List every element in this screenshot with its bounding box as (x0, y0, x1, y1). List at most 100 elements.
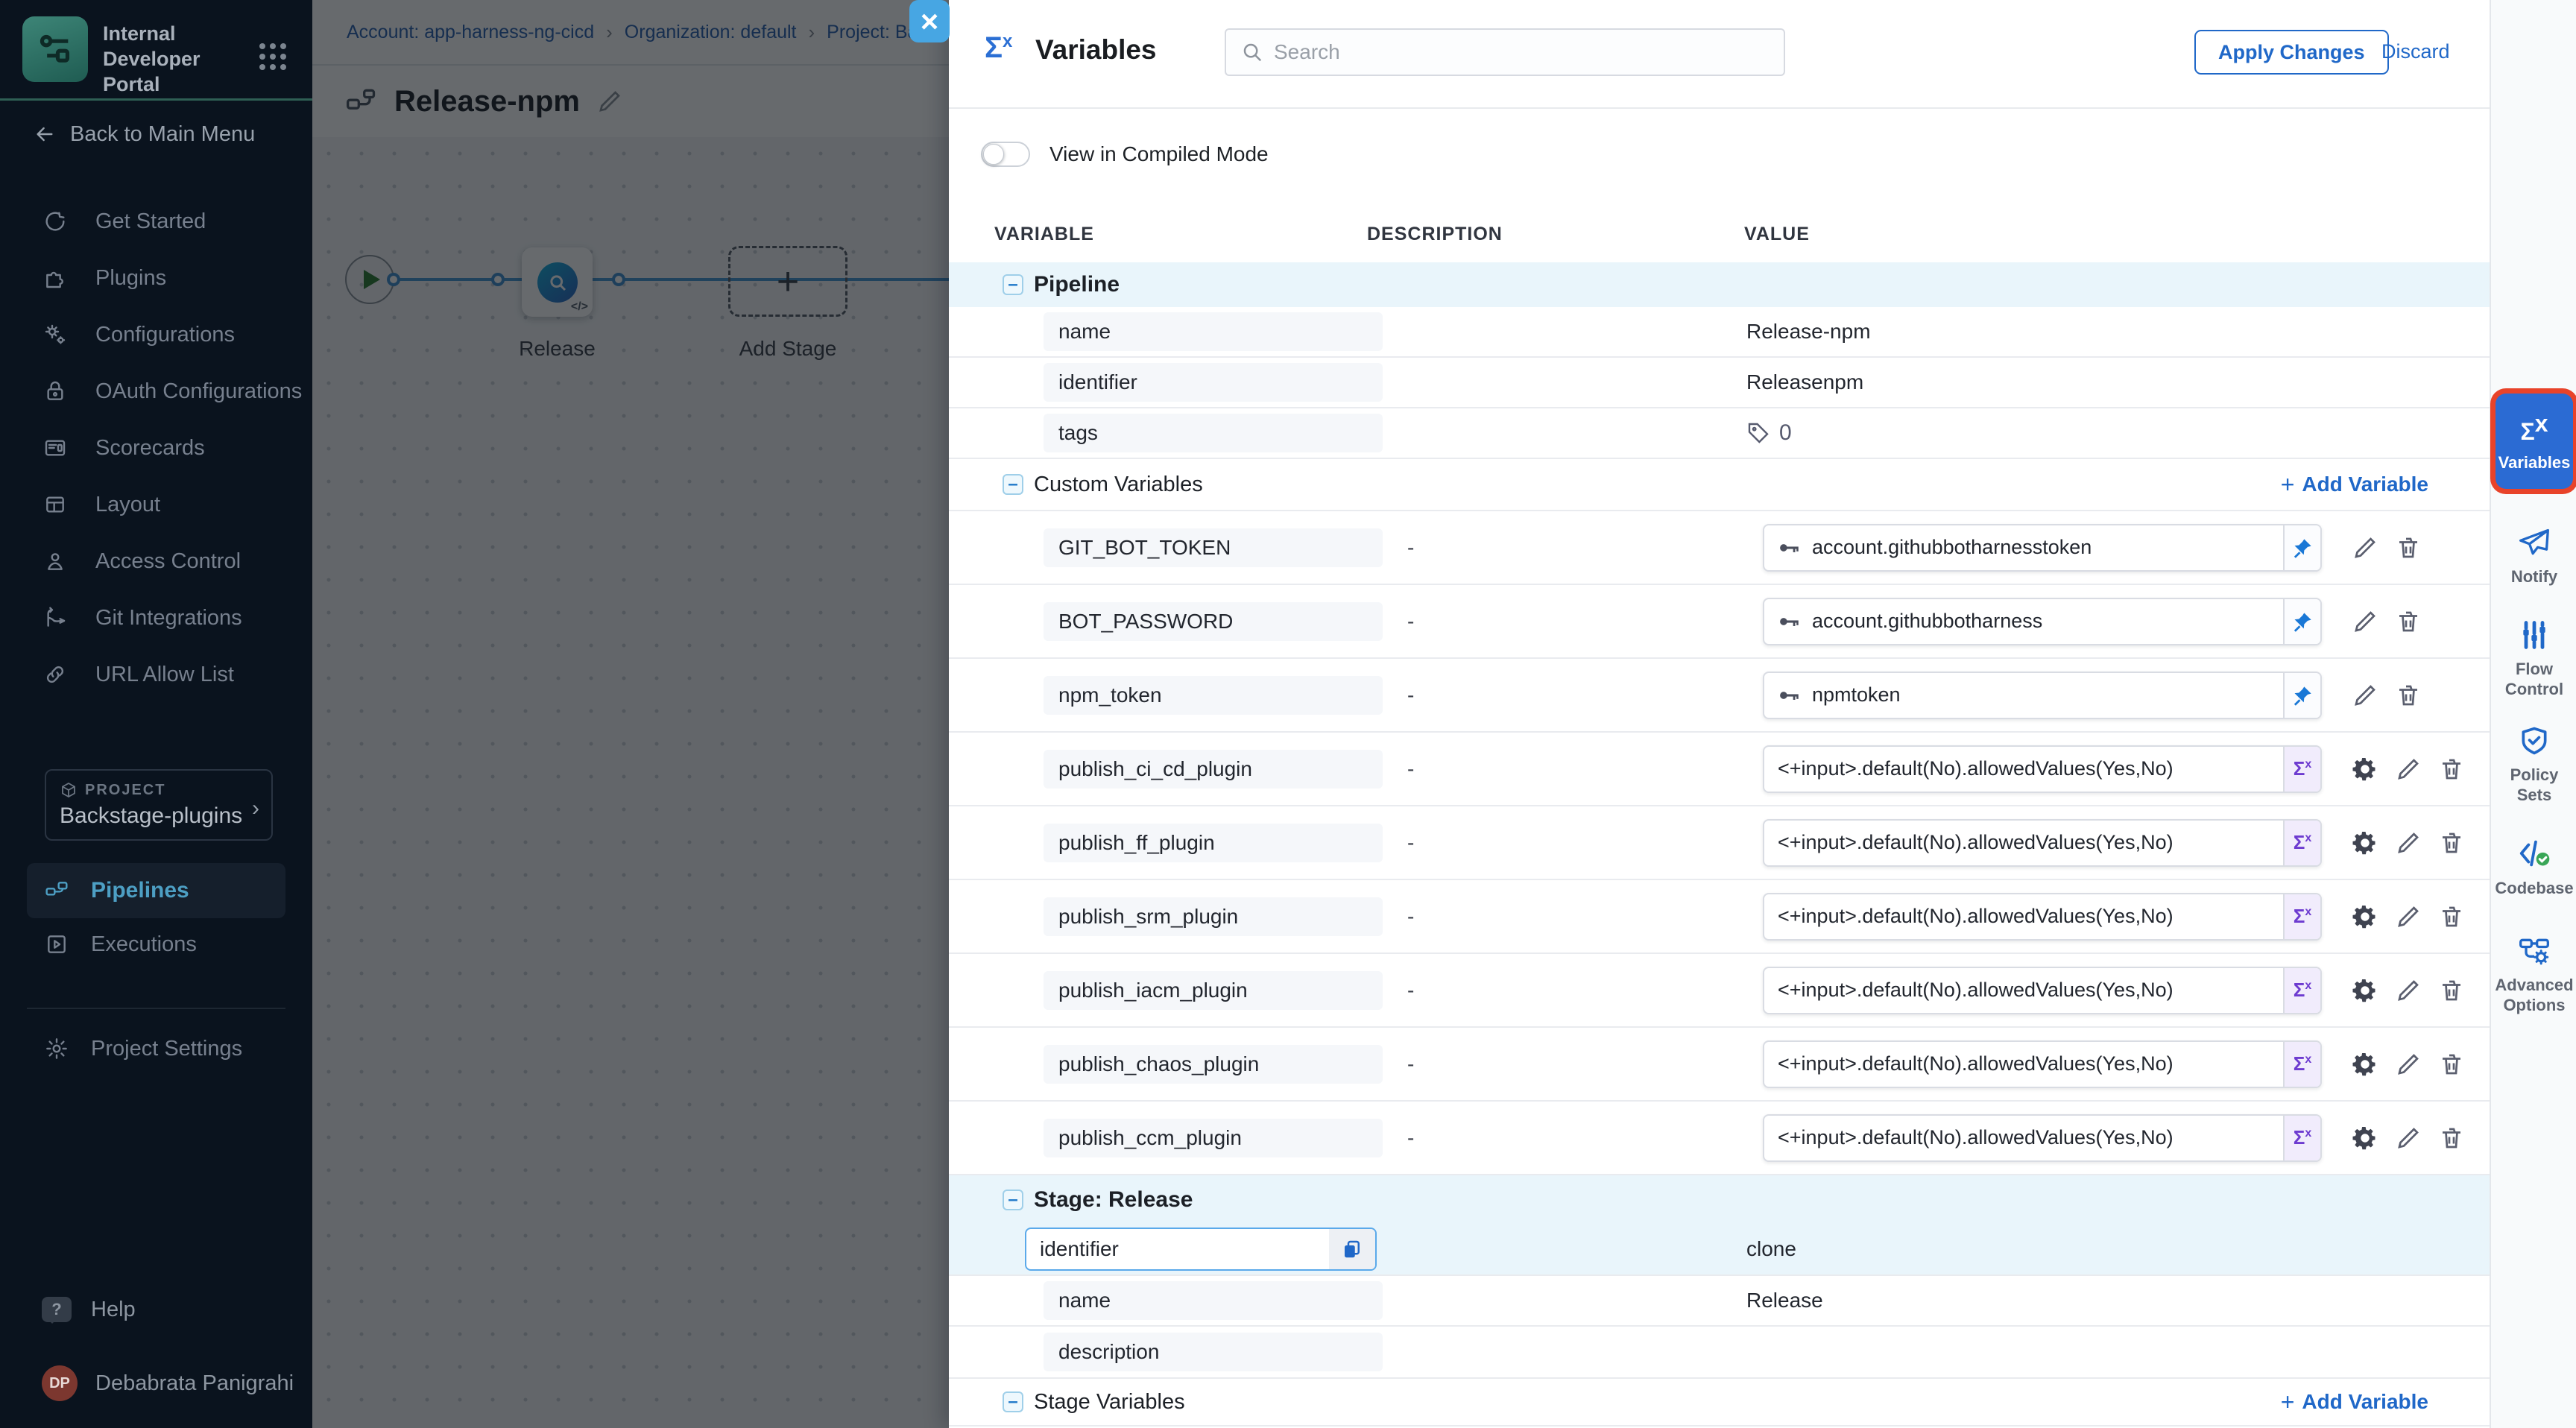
expression-type-button[interactable] (2283, 894, 2320, 939)
app-switcher-grid-icon[interactable] (255, 39, 291, 75)
edit-pencil-icon[interactable] (2352, 608, 2378, 635)
rail-item-notify[interactable]: Notify (2491, 526, 2576, 587)
rail-item-flow-control[interactable]: Flow Control (2491, 619, 2576, 699)
expression-value-text: <+input>.default(No).allowedValues(Yes,N… (1764, 905, 2283, 928)
expression-value-input[interactable]: <+input>.default(No).allowedValues(Yes,N… (1763, 893, 2322, 941)
expression-value-input[interactable]: <+input>.default(No).allowedValues(Yes,N… (1763, 1114, 2322, 1162)
secret-value-input[interactable]: account.githubbotharness (1763, 598, 2322, 645)
settings-gear-icon[interactable] (2352, 977, 2378, 1004)
delete-trash-icon[interactable] (2395, 682, 2422, 709)
settings-gear-icon[interactable] (2352, 903, 2378, 930)
delete-trash-icon[interactable] (2395, 534, 2422, 561)
edit-pencil-icon[interactable] (2352, 682, 2378, 709)
stage-identifier-input-wrap (1025, 1228, 1377, 1271)
expression-type-button[interactable] (2283, 968, 2320, 1013)
variable-name: publish_ccm_plugin (1044, 1119, 1383, 1157)
expression-value-input[interactable]: <+input>.default(No).allowedValues(Yes,N… (1763, 967, 2322, 1014)
delete-trash-icon[interactable] (2438, 903, 2465, 930)
variable-row-publish-ccm-plugin: publish_ccm_plugin - <+input>.default(No… (949, 1102, 2490, 1175)
sidebar-item-oauth-configurations[interactable]: OAuth Configurations (0, 363, 312, 420)
flow-control-sliders-icon (2518, 619, 2551, 651)
sidebar-item-git-integrations[interactable]: Git Integrations (0, 590, 312, 646)
section-header-custom-variables: Custom Variables Add Variable (949, 459, 2490, 511)
rail-tab-variables[interactable]: Variables (2496, 394, 2573, 489)
delete-trash-icon[interactable] (2438, 756, 2465, 783)
sidebar-item-scorecards[interactable]: Scorecards (0, 420, 312, 476)
collapse-stage-icon[interactable] (1003, 1190, 1023, 1210)
field-label-tags: tags (1044, 414, 1383, 452)
pin-button[interactable] (2283, 673, 2320, 718)
rail-item-label: Advanced Options (2491, 975, 2576, 1015)
project-chevron-icon: › (252, 796, 259, 821)
collapse-custom-variables-icon[interactable] (1003, 474, 1023, 495)
sidebar-item-url-allow-list[interactable]: URL Allow List (0, 646, 312, 703)
expression-value-input[interactable]: <+input>.default(No).allowedValues(Yes,N… (1763, 745, 2322, 793)
variables-search[interactable] (1225, 28, 1785, 76)
edit-pencil-icon[interactable] (2395, 977, 2422, 1004)
sidebar-item-project-settings[interactable]: Project Settings (45, 1023, 285, 1075)
edit-pencil-icon[interactable] (2395, 756, 2422, 783)
pin-button[interactable] (2283, 525, 2320, 570)
expression-value-input[interactable]: <+input>.default(No).allowedValues(Yes,N… (1763, 1040, 2322, 1088)
help-button[interactable]: Help (42, 1283, 282, 1336)
column-header-description: DESCRIPTION (1367, 224, 1503, 245)
sidebar-item-access-control[interactable]: Access Control (0, 533, 312, 590)
edit-pencil-icon[interactable] (2395, 830, 2422, 856)
secret-value-input[interactable]: npmtoken (1763, 672, 2322, 719)
settings-gear-icon[interactable] (2352, 1125, 2378, 1151)
delete-trash-icon[interactable] (2438, 977, 2465, 1004)
settings-gear-icon[interactable] (2352, 756, 2378, 783)
sidebar-item-pipelines[interactable]: Pipelines (27, 863, 285, 918)
sidebar-item-configurations[interactable]: Configurations (0, 306, 312, 363)
secret-value-text: account.githubbotharness (1802, 610, 2283, 633)
expression-type-button[interactable] (2283, 821, 2320, 865)
add-variable-button[interactable]: Add Variable (2281, 471, 2428, 499)
idp-logo[interactable] (22, 16, 88, 82)
sidebar-item-label: OAuth Configurations (95, 379, 302, 404)
compiled-mode-toggle[interactable] (981, 142, 1030, 167)
delete-trash-icon[interactable] (2438, 830, 2465, 856)
rail-item-advanced-options[interactable]: Advanced Options (2491, 935, 2576, 1015)
expression-type-button[interactable] (2283, 1042, 2320, 1087)
delete-trash-icon[interactable] (2395, 608, 2422, 635)
edit-pencil-icon[interactable] (2395, 903, 2422, 930)
close-drawer-button[interactable] (909, 0, 950, 42)
settings-gear-icon[interactable] (2352, 830, 2378, 856)
back-to-main-menu[interactable]: Back to Main Menu (33, 119, 255, 149)
copy-button[interactable] (1329, 1229, 1375, 1269)
edit-pencil-icon[interactable] (2395, 1051, 2422, 1078)
project-selector[interactable]: PROJECT Backstage-plugins › (45, 769, 273, 841)
search-input[interactable] (1274, 40, 1751, 64)
stage-identifier-input[interactable] (1026, 1237, 1329, 1261)
edit-pencil-icon[interactable] (2395, 1125, 2422, 1151)
stage-field-row-description: description (949, 1327, 2490, 1379)
git-integrations-icon (43, 606, 67, 630)
variable-description: - (1407, 1126, 1414, 1150)
variable-description: - (1407, 979, 1414, 1002)
sidebar-item-layout[interactable]: Layout (0, 476, 312, 533)
stage-identifier-row: clone (949, 1224, 2490, 1276)
sidebar-item-executions[interactable]: Executions (45, 918, 285, 970)
expression-value-input[interactable]: <+input>.default(No).allowedValues(Yes,N… (1763, 819, 2322, 867)
user-menu[interactable]: DP Debabrata Panigrahi (42, 1362, 295, 1404)
sidebar-item-get-started[interactable]: Get Started (0, 193, 312, 250)
apply-changes-button[interactable]: Apply Changes (2194, 30, 2389, 75)
expression-type-button[interactable] (2283, 1116, 2320, 1160)
settings-gear-icon[interactable] (2352, 1051, 2378, 1078)
collapse-pipeline-icon[interactable] (1003, 274, 1023, 295)
rail-item-codebase[interactable]: Codebase (2491, 836, 2576, 898)
plus-icon (2281, 1388, 2295, 1416)
collapse-stage-variables-icon[interactable] (1003, 1391, 1023, 1412)
expression-type-button[interactable] (2283, 747, 2320, 792)
pin-button[interactable] (2283, 599, 2320, 644)
edit-pencil-icon[interactable] (2352, 534, 2378, 561)
secret-value-input[interactable]: account.githubbotharnesstoken (1763, 524, 2322, 572)
discard-button[interactable]: Discard (2381, 40, 2450, 63)
rail-item-policy-sets[interactable]: Policy Sets (2491, 724, 2576, 805)
delete-trash-icon[interactable] (2438, 1051, 2465, 1078)
delete-trash-icon[interactable] (2438, 1125, 2465, 1151)
sidebar-item-plugins[interactable]: Plugins (0, 250, 312, 306)
add-stage-variable-button[interactable]: Add Variable (2281, 1388, 2428, 1416)
sidebar-item-label: Pipelines (91, 878, 189, 903)
user-name: Debabrata Panigrahi (95, 1371, 294, 1396)
